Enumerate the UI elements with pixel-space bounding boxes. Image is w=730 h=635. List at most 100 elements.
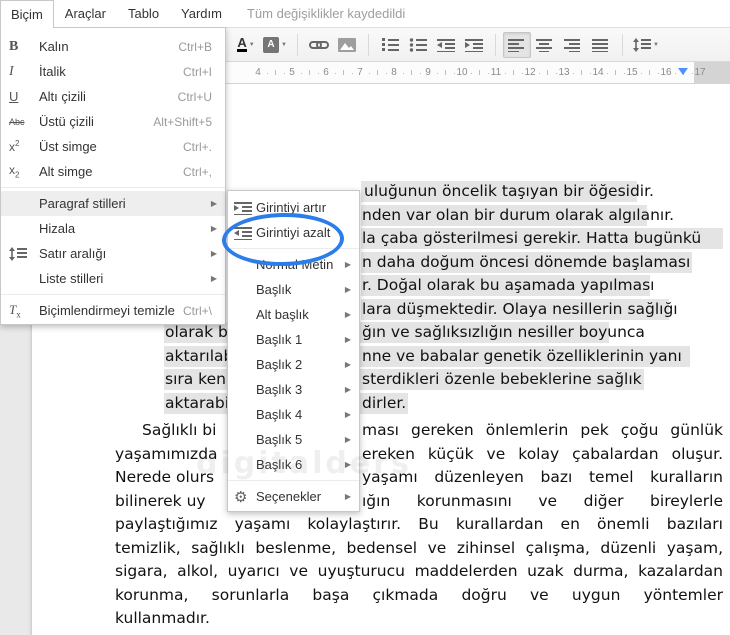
document-text-line: aktarabi [165, 393, 230, 412]
menu-separator [228, 248, 359, 249]
dropdown-arrow-icon[interactable]: ▼ [249, 42, 255, 48]
menubar-item-biçim[interactable]: Biçim [0, 0, 54, 28]
ruler-tick [283, 73, 285, 74]
document-text-line: n daha doğum öncesi dönemde başlaması [362, 252, 691, 271]
align-center-button[interactable] [531, 32, 559, 58]
ruler-tick [504, 73, 506, 74]
document-text-line: nden var olan bir durum olarak algılanır… [362, 205, 675, 224]
strikethrough-icon: Abc [9, 116, 25, 127]
align-center-icon [535, 38, 554, 52]
menubar-item-tablo[interactable]: Tablo [117, 0, 170, 27]
submenu-arrow-icon: ▶ [344, 410, 351, 419]
dropdown-arrow-icon[interactable]: ▼ [281, 42, 287, 48]
menu-item-liste-stilleri[interactable]: Liste stilleri ▶ [1, 266, 225, 291]
menu-item-başlık-3[interactable]: Başlık 3 ▶ [228, 377, 359, 402]
bulleted-list-button[interactable] [404, 32, 432, 58]
menu-item-alt-simge[interactable]: x2 Alt simge Ctrl+, [1, 159, 225, 184]
insert-image-button[interactable] [333, 32, 361, 58]
line-spacing-button[interactable]: ▼ [630, 32, 662, 58]
decrease-indent-button[interactable] [432, 32, 460, 58]
document-text-line: sterdikleri özenle bebeklerine sağlık [362, 370, 642, 388]
menu-item-seçenekler[interactable]: ⚙ Seçenekler ▶ [228, 484, 359, 509]
dropdown-arrow-icon[interactable]: ▼ [653, 42, 659, 48]
right-indent-marker[interactable] [678, 68, 688, 75]
bulleted-list-icon [409, 37, 427, 52]
ruler-tick [640, 73, 642, 74]
menu-item-shortcut: Ctrl+. [182, 139, 212, 154]
menu-item-normal-metin[interactable]: Normal Metin ▶ [228, 252, 359, 277]
align-justify-button[interactable] [587, 32, 615, 58]
ruler-tick [385, 73, 387, 74]
document-text-line: r. Doğal olarak bu aşamada yapılması [362, 276, 655, 294]
menu-item-label: Başlık 2 [256, 357, 303, 372]
insert-link-button[interactable] [305, 32, 333, 58]
submenu-arrow-icon: ▶ [344, 460, 351, 469]
menu-item-girintiyi-artır[interactable]: Girintiyi artır [228, 195, 359, 220]
menu-item-label: Seçenekler [256, 489, 322, 504]
menu-item-label: Girintiyi azalt [256, 225, 331, 240]
menu-item-alt-başlık[interactable]: Alt başlık ▶ [228, 302, 359, 327]
menu-item-label: Biçimlendirmeyi temizle [39, 303, 175, 318]
toolbar-separator [367, 33, 369, 56]
menu-item-shortcut: Ctrl+U [177, 89, 212, 104]
menu-item-i̇talik[interactable]: I İtalik Ctrl+I [1, 59, 225, 84]
menu-item-kalın[interactable]: B Kalın Ctrl+B [1, 34, 225, 59]
increase-indent-button[interactable] [460, 32, 488, 58]
menu-item-label: Normal Metin [256, 257, 334, 272]
menu-item-hizala[interactable]: Hizala ▶ [1, 216, 225, 241]
format-menu: B Kalın Ctrl+B I İtalik Ctrl+I U Altı çizili Ctr… [0, 27, 226, 325]
menu-item-biçimlendirmeyi-temizle[interactable]: Tx Biçimlendirmeyi temizle Ctrl+\ [1, 298, 225, 323]
menu-item-başlık-4[interactable]: Başlık 4 ▶ [228, 402, 359, 427]
ruler-tick [377, 70, 378, 75]
ruler-number: 6 [323, 67, 329, 78]
menu-bar: Biçim Araçlar Tablo Yardım Tüm değişiklikler… [0, 0, 730, 28]
numbered-list-button[interactable] [376, 32, 404, 58]
menu-item-altı-çizili[interactable]: U Altı çizili Ctrl+U [1, 84, 225, 109]
align-left-icon [507, 38, 526, 52]
ruler-number: 11 [490, 67, 502, 78]
align-right-button[interactable] [559, 32, 587, 58]
document-text-line: aktarılab [165, 346, 234, 365]
menu-item-başlık-2[interactable]: Başlık 2 ▶ [228, 352, 359, 377]
menubar-item-araçlar[interactable]: Araçlar [54, 0, 117, 27]
document-text-line: yaşamımızda [115, 444, 218, 463]
indent-increase-icon [228, 201, 256, 215]
submenu-arrow-icon: ▶ [344, 360, 351, 369]
menubar-item-yardım[interactable]: Yardım [170, 0, 233, 27]
menu-item-üstü-çizili[interactable]: Abc Üstü çizili Alt+Shift+5 [1, 109, 225, 134]
menu-item-paragraf-stilleri[interactable]: Paragraf stilleri ▶ [1, 191, 225, 216]
submenu-arrow-icon: ▶ [344, 385, 351, 394]
menu-item-label: İtalik [39, 64, 66, 79]
indent-decrease-icon [228, 226, 256, 240]
menu-item-üst-simge[interactable]: x2 Üst simge Ctrl+. [1, 134, 225, 159]
menu-separator [1, 294, 225, 295]
highlight-color-button[interactable]: A ▼ [260, 32, 290, 58]
menu-item-label: Alt başlık [256, 307, 309, 322]
menu-item-label: Başlık 4 [256, 407, 303, 422]
menu-item-shortcut: Ctrl+B [178, 39, 212, 54]
menu-item-shortcut: Ctrl+, [182, 164, 212, 179]
text-color-button[interactable]: A ▼ [232, 32, 260, 58]
menu-item-başlık[interactable]: Başlık ▶ [228, 277, 359, 302]
menu-item-label: Satır aralığı [39, 246, 107, 261]
menu-item-başlık-1[interactable]: Başlık 1 ▶ [228, 327, 359, 352]
ruler-number: 4 [255, 67, 261, 78]
menu-item-label: Başlık 1 [256, 332, 303, 347]
menu-item-girintiyi-azalt[interactable]: Girintiyi azalt [228, 220, 359, 245]
toolbar-separator [621, 33, 623, 56]
ruler-number: 17 [694, 67, 706, 78]
ruler-number: 9 [425, 67, 431, 78]
document-text-line: yaşamı düzenleyen bazı temel kuralların [362, 468, 723, 486]
superscript-icon: x2 [9, 139, 20, 154]
ruler-tick [657, 73, 659, 74]
ruler-number: 10 [456, 67, 468, 78]
align-left-button[interactable] [502, 31, 531, 58]
menu-item-shortcut: Ctrl+I [182, 64, 212, 79]
menu-item-satır-aralığı[interactable]: Satır aralığı ▶ [1, 241, 225, 266]
ruler-tick [275, 70, 276, 75]
menu-item-başlık-5[interactable]: Başlık 5 ▶ [228, 427, 359, 452]
submenu-arrow-icon: ▶ [344, 260, 351, 269]
menu-item-başlık-6[interactable]: Başlık 6 ▶ [228, 452, 359, 477]
document-text-line: uluğunun öncelik taşıyan bir öğesidir. [364, 182, 654, 200]
toolbar-group [502, 31, 615, 58]
